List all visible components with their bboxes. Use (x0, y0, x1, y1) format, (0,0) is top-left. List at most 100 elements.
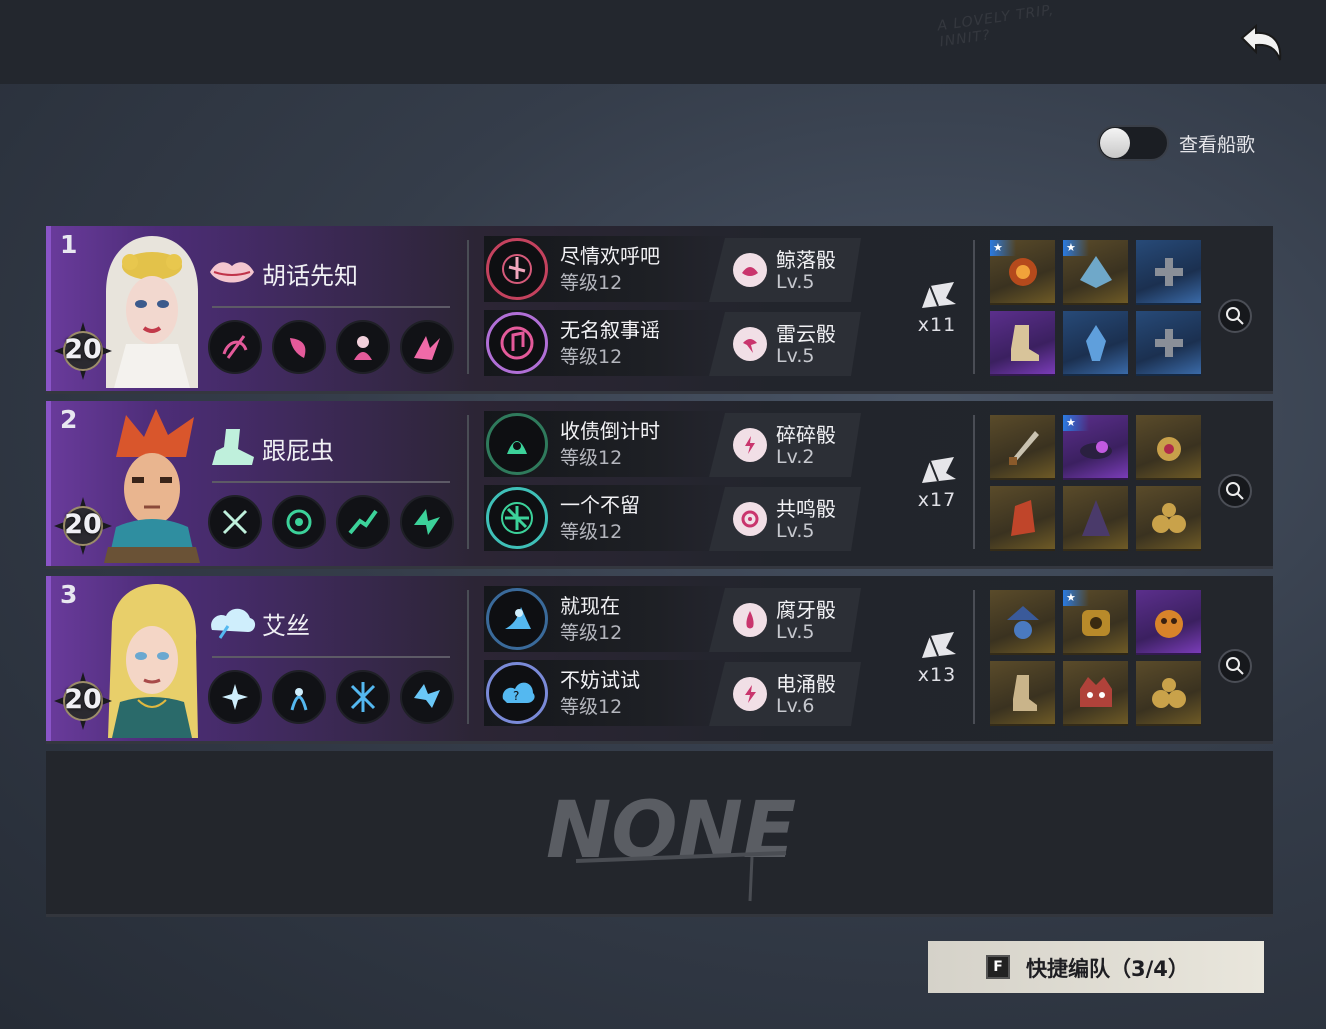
slot-number: 2 (60, 405, 78, 434)
dice-slot-1[interactable]: 鲸落骰 Lv.5 (709, 238, 861, 302)
song-name: 无名叙事谣 (560, 318, 660, 342)
dice-slot-1[interactable]: 腐牙骰 Lv.5 (709, 588, 861, 652)
equipment-item[interactable]: ★ (1063, 240, 1128, 305)
view-songs-label: 查看船歌 (1179, 133, 1256, 156)
divider (212, 306, 450, 308)
cloud-icon (211, 608, 256, 639)
dice-slot-1[interactable]: 碎碎骰 Lv.2 (709, 413, 861, 477)
skill-list (208, 320, 454, 374)
star-badge-icon: ★ (1063, 590, 1089, 606)
equipment-item[interactable]: ★ (1063, 415, 1128, 480)
dice-level: Lv.2 (776, 446, 815, 468)
top-bar: A LOVELY TRIP, INNIT? (0, 0, 1326, 84)
song-name: 不妨试试 (560, 668, 640, 692)
song-level: 等级12 (560, 521, 623, 543)
skill-icon-1[interactable] (208, 670, 262, 724)
equipment-grid: ★ (990, 590, 1201, 726)
dice-name: 共鸣骰 (776, 497, 836, 521)
equipment-item[interactable] (1136, 486, 1201, 551)
dice-name: 腐牙骰 (776, 598, 836, 622)
skill-icon-4[interactable] (400, 320, 454, 374)
skill-icon-2[interactable] (272, 320, 326, 374)
song-level: 等级12 (560, 447, 623, 469)
shell-count: x11 (917, 314, 957, 336)
equipment-item[interactable] (1063, 661, 1128, 726)
skill-icon-3[interactable] (336, 320, 390, 374)
song-icon (486, 413, 548, 475)
equipment-item[interactable] (990, 311, 1055, 376)
skill-icon-1[interactable] (208, 495, 262, 549)
team-slot-1[interactable]: 1 20 胡话先知 尽情欢呼吧 等级12 无名叙事谣 等级12 鲸落骰 Lv.5… (46, 226, 1273, 394)
inspect-magnifier-icon[interactable] (1218, 299, 1252, 333)
skill-icon-2[interactable] (272, 670, 326, 724)
song-level: 等级12 (560, 272, 623, 294)
quick-team-button[interactable]: F 快捷编队（3/4） (928, 941, 1264, 993)
character-level: 20 (64, 334, 102, 365)
song-icon (486, 588, 548, 650)
equipment-grid: ★ ★ (990, 240, 1201, 376)
equipment-item[interactable] (1136, 590, 1201, 655)
shell-count: x17 (917, 489, 957, 511)
dice-level: Lv.6 (776, 695, 815, 717)
equipment-item[interactable] (1136, 240, 1201, 305)
song-level: 等级12 (560, 622, 623, 644)
dice-icon (733, 253, 767, 287)
inspect-magnifier-icon[interactable] (1218, 474, 1252, 508)
song-slot-2[interactable]: 一个不留 等级12 (484, 485, 730, 551)
song-name: 尽情欢呼吧 (560, 244, 660, 268)
song-slot-1[interactable]: 就现在 等级12 (484, 586, 730, 652)
skill-icon-4[interactable] (400, 495, 454, 549)
equipment-item[interactable] (1136, 311, 1201, 376)
equipment-item[interactable] (1136, 661, 1201, 726)
equipment-item[interactable] (1136, 415, 1201, 480)
song-slot-2[interactable]: 无名叙事谣 等级12 (484, 310, 730, 376)
equipment-item[interactable]: ★ (1063, 590, 1128, 655)
back-arrow-icon[interactable] (1234, 20, 1290, 68)
song-slot-1[interactable]: 尽情欢呼吧 等级12 (484, 236, 730, 302)
dice-name: 电涌骰 (776, 672, 836, 696)
song-icon: ? (486, 662, 548, 724)
song-name: 收债倒计时 (560, 419, 660, 443)
skill-icon-4[interactable] (400, 670, 454, 724)
equipment-item[interactable] (990, 590, 1055, 655)
star-badge-icon: ★ (1063, 240, 1089, 256)
view-songs-toggle[interactable] (1097, 125, 1169, 161)
shell-count: x13 (917, 664, 957, 686)
skill-icon-3[interactable] (336, 670, 390, 724)
shell-icon (922, 457, 956, 483)
equipment-item[interactable] (990, 415, 1055, 480)
dice-name: 雷云骰 (776, 322, 836, 346)
equipment-item[interactable] (1063, 311, 1128, 376)
inspect-magnifier-icon[interactable] (1218, 649, 1252, 683)
skill-icon-2[interactable] (272, 495, 326, 549)
equipment-item[interactable]: ★ (990, 240, 1055, 305)
svg-text:?: ? (513, 689, 519, 703)
team-slot-3[interactable]: 3 20 艾丝 就现在 等级12 ? 不妨试试 等级12 腐牙骰 Lv.5 电涌… (46, 576, 1273, 744)
wall-scribble: A LOVELY TRIP, INNIT? (936, 2, 1056, 51)
dice-name: 鲸落骰 (776, 248, 836, 272)
song-name: 一个不留 (560, 493, 640, 517)
song-slot-1[interactable]: 收债倒计时 等级12 (484, 411, 730, 477)
song-icon (486, 487, 548, 549)
divider (973, 415, 975, 549)
dice-name: 碎碎骰 (776, 423, 836, 447)
team-slot-4-empty[interactable]: NONE (46, 751, 1273, 917)
dice-slot-2[interactable]: 共鸣骰 Lv.5 (709, 487, 861, 551)
skill-icon-3[interactable] (336, 495, 390, 549)
song-slot-2[interactable]: ? 不妨试试 等级12 (484, 660, 730, 726)
skill-icon-1[interactable] (208, 320, 262, 374)
team-slot-2[interactable]: 2 20 跟屁虫 收债倒计时 等级12 一个不留 等级12 碎碎骰 Lv.2 共… (46, 401, 1273, 569)
star-badge-icon: ★ (990, 240, 1016, 256)
equipment-item[interactable] (990, 486, 1055, 551)
dice-slot-2[interactable]: 雷云骰 Lv.5 (709, 312, 861, 376)
skill-list (208, 495, 454, 549)
song-level: 等级12 (560, 346, 623, 368)
star-badge-icon: ★ (1063, 415, 1089, 431)
equipment-item[interactable] (1063, 486, 1128, 551)
equipment-item[interactable] (990, 661, 1055, 726)
dice-slot-2[interactable]: 电涌骰 Lv.6 (709, 662, 861, 726)
dice-level: Lv.5 (776, 520, 815, 542)
divider (973, 240, 975, 374)
shell-icon (922, 632, 956, 658)
skill-list (208, 670, 454, 724)
